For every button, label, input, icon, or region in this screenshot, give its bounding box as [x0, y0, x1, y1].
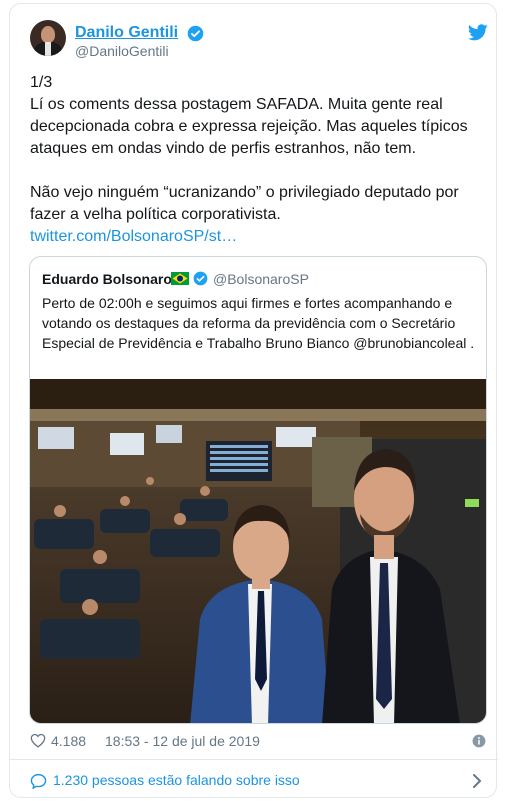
quoted-text: Perto de 02:00h e seguimos aqui firmes e…: [42, 295, 475, 351]
brazil-flag-icon: [171, 272, 189, 285]
info-icon[interactable]: [472, 734, 486, 748]
twitter-bird-icon[interactable]: [468, 24, 488, 41]
verified-badge-icon: [187, 25, 204, 42]
tweet-link[interactable]: twitter.com/BolsonaroSP/st…: [30, 226, 480, 248]
quoted-author-handle: @BolsonaroSP: [213, 271, 309, 287]
quoted-verified-badge-icon: [193, 271, 208, 286]
avatar-face: [41, 26, 55, 43]
author-handle[interactable]: @DaniloGentili: [75, 43, 169, 59]
tweet-counter: 1/3: [30, 74, 53, 91]
conversation-bubble-icon[interactable]: [30, 773, 47, 789]
like-count[interactable]: 4.188: [51, 733, 86, 749]
tweet-card: Danilo Gentili @DaniloGentili 1/3 Lí os …: [9, 3, 498, 798]
quoted-photo[interactable]: [30, 379, 487, 724]
quoted-author-name: Eduardo Bolsonaro: [42, 271, 172, 287]
avatar-shirt: [45, 42, 51, 56]
conversation-link[interactable]: 1.230 pessoas estão falando sobre isso: [53, 772, 300, 788]
tweet-timestamp[interactable]: 18:53 - 12 de jul de 2019: [105, 733, 260, 749]
tweet-paragraph-2: Não vejo ninguém “ucranizando” o privile…: [30, 184, 459, 223]
chevron-right-icon[interactable]: [471, 773, 483, 789]
footer-divider: [10, 759, 498, 760]
tweet-paragraph-1: Lí os coments dessa postagem SAFADA. Mui…: [30, 96, 468, 157]
tweet-text: 1/3 Lí os coments dessa postagem SAFADA.…: [30, 72, 480, 248]
author-name[interactable]: Danilo Gentili: [75, 24, 178, 42]
like-heart-icon[interactable]: [30, 733, 46, 748]
author-avatar[interactable]: [30, 20, 66, 56]
quoted-tweet[interactable]: Eduardo Bolsonaro @BolsonaroSP Perto de …: [29, 256, 487, 724]
